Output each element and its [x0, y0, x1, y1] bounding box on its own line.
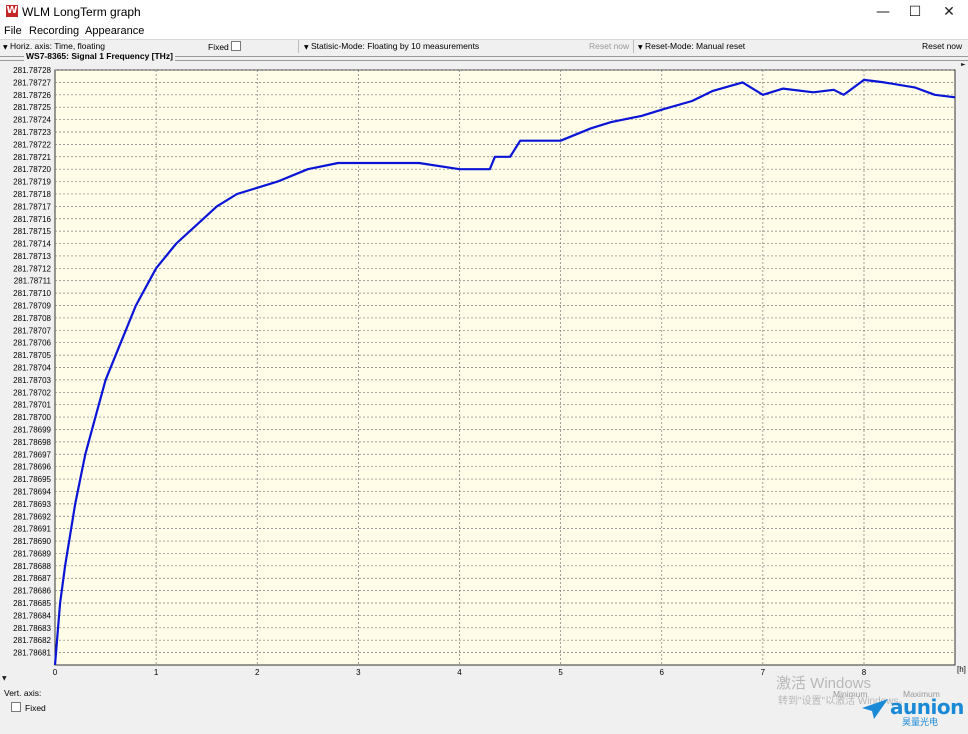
y-tick-label: 281.78697	[13, 450, 51, 459]
y-tick-label: 281.78726	[13, 91, 51, 100]
y-tick-label: 281.78724	[13, 116, 51, 125]
dropdown-arrow-icon: ▼	[304, 44, 309, 51]
y-tick-label: 281.78710	[13, 289, 51, 298]
statistic-mode-dropdown[interactable]: ▼ Statisic-Mode: Floating by 10 measurem…	[304, 41, 479, 51]
y-tick-label: 281.78714	[13, 240, 51, 249]
y-tick-label: 281.78698	[13, 438, 51, 447]
y-tick-label: 281.78688	[13, 562, 51, 571]
x-tick-label: 0	[53, 668, 58, 677]
y-tick-label: 281.78694	[13, 487, 51, 496]
y-tick-label: 281.78684	[13, 611, 51, 620]
y-tick-label: 281.78707	[13, 326, 51, 335]
y-tick-label: 281.78706	[13, 339, 51, 348]
y-tick-label: 281.78690	[13, 537, 51, 546]
y-tick-label: 281.78687	[13, 574, 51, 583]
y-tick-label: 281.78702	[13, 388, 51, 397]
menu-bar: File Recording Appearance	[0, 24, 968, 39]
app-icon: W	[6, 5, 18, 17]
y-tick-label: 281.78696	[13, 463, 51, 472]
y-tick-label: 281.78700	[13, 413, 51, 422]
title-bar: W WLM LongTerm graph — ☐ ✕	[0, 0, 968, 24]
x-tick-label: 7	[761, 668, 766, 677]
dropdown-arrow-icon: ▼	[3, 44, 8, 51]
y-tick-label: 281.78681	[13, 649, 51, 658]
brand-logo: aunion 昊量光电	[862, 695, 964, 727]
reset-now-button-disabled[interactable]: Reset now	[589, 41, 629, 51]
y-tick-label: 281.78720	[13, 165, 51, 174]
y-tick-label: 281.78695	[13, 475, 51, 484]
menu-file[interactable]: File	[4, 25, 22, 37]
bottom-panel: Vert. axis: Fixed 激活 Windows 转到"设置"以激活 W…	[0, 675, 968, 734]
fixed-label: Fixed	[208, 42, 229, 52]
y-tick-label: 281.78721	[13, 153, 51, 162]
y-tick-label: 281.78725	[13, 103, 51, 112]
toolbar-divider	[298, 40, 299, 53]
y-tick-label: 281.78689	[13, 549, 51, 558]
fixed-toggle[interactable]: Fixed	[208, 41, 241, 52]
vert-fixed-checkbox[interactable]	[11, 702, 21, 712]
window-title: WLM LongTerm graph	[22, 5, 141, 19]
y-tick-label: 281.78711	[14, 277, 52, 286]
y-tick-label: 281.78682	[13, 636, 51, 645]
scroll-right-icon[interactable]: ►	[961, 61, 966, 68]
minimize-button[interactable]: —	[866, 0, 900, 24]
y-tick-label: 281.78727	[13, 78, 51, 87]
x-tick-label: 6	[660, 668, 665, 677]
brand-subtitle: 昊量光电	[902, 717, 939, 727]
y-tick-label: 281.78715	[13, 227, 51, 236]
y-tick-label: 281.78717	[13, 202, 51, 211]
x-tick-label: 5	[558, 668, 563, 677]
x-tick-label: 1	[154, 668, 159, 677]
y-tick-label: 281.78691	[13, 525, 51, 534]
y-tick-label: 281.78723	[13, 128, 51, 137]
vert-axis-label: Vert. axis:	[4, 688, 42, 698]
y-tick-label: 281.78712	[13, 264, 51, 273]
signal-header: WS7-8365: Signal 1 Frequency [THz]	[0, 51, 968, 61]
dropdown-arrow-icon: ▼	[638, 44, 643, 51]
y-tick-label: 281.78728	[13, 66, 51, 75]
vert-fixed-label: Fixed	[25, 703, 46, 713]
y-tick-label: 281.78705	[13, 351, 51, 360]
horiz-axis-dropdown[interactable]: ▼ Horiz. axis: Time, floating	[3, 41, 105, 51]
x-tick-label: 2	[255, 668, 260, 677]
y-tick-label: 281.78709	[13, 302, 51, 311]
y-tick-label: 281.78722	[13, 140, 51, 149]
y-tick-label: 281.78686	[13, 587, 51, 596]
y-tick-label: 281.78704	[13, 364, 51, 373]
reset-mode-dropdown[interactable]: ▼ Reset-Mode: Manual reset	[638, 41, 745, 51]
scroll-down-icon[interactable]: ▼	[2, 675, 7, 682]
y-tick-label: 281.78713	[13, 252, 51, 261]
horiz-axis-label: Horiz. axis: Time, floating	[10, 41, 105, 51]
maximize-button[interactable]: ☐	[898, 0, 932, 24]
reset-now-button[interactable]: Reset now	[922, 41, 962, 51]
y-tick-label: 281.78719	[13, 178, 51, 187]
toolbar-divider	[633, 40, 634, 53]
graph-panel[interactable]: 0 1 2 3 4 5 6 7 8 [h] 281.78728 281.78727 281.78726 2…	[0, 61, 968, 682]
y-tick-label: 281.78685	[13, 599, 51, 608]
frequency-chart[interactable]: 0 1 2 3 4 5 6 7 8 [h]281.78728281.78727281.787262…	[0, 61, 968, 682]
y-tick-label: 281.78683	[13, 624, 51, 633]
y-tick-label: 281.78701	[13, 401, 51, 410]
y-tick-label: 281.78703	[13, 376, 51, 385]
signal-title: WS7-8365: Signal 1 Frequency [THz]	[24, 51, 175, 61]
y-tick-label: 281.78718	[13, 190, 51, 199]
close-button[interactable]: ✕	[932, 0, 966, 24]
menu-appearance[interactable]: Appearance	[85, 25, 144, 37]
y-tick-label: 281.78692	[13, 512, 51, 521]
paper-plane-icon	[862, 699, 888, 719]
y-tick-label: 281.78699	[13, 425, 51, 434]
x-tick-label: 4	[457, 668, 462, 677]
fixed-checkbox[interactable]	[230, 41, 241, 51]
reset-mode-label: Reset-Mode: Manual reset	[645, 41, 746, 51]
x-tick-label: 3	[356, 668, 361, 677]
y-tick-label: 281.78716	[13, 215, 51, 224]
vert-fixed-toggle[interactable]: Fixed	[11, 702, 46, 713]
y-tick-label: 281.78693	[13, 500, 51, 509]
x-unit-label: [h]	[957, 665, 966, 674]
menu-recording[interactable]: Recording	[29, 25, 79, 37]
y-tick-label: 281.78708	[13, 314, 51, 323]
statistic-mode-label: Statisic-Mode: Floating by 10 measuremen…	[311, 41, 480, 51]
